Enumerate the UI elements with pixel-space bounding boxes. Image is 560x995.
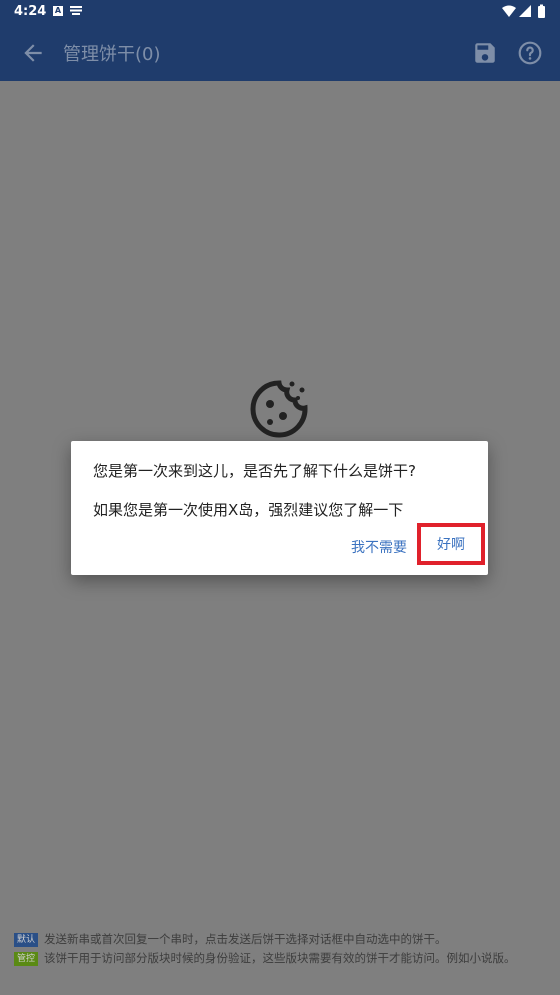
legend-item-control: 管控 该饼干用于访问部分版块时候的身份验证，这些版块需要有效的饼干才能访问。例如… — [14, 949, 554, 968]
cookie-icon — [250, 380, 308, 438]
keyboard-icon — [70, 6, 82, 15]
signal-icon — [519, 5, 531, 17]
status-bar: 4:24 A — [0, 0, 560, 24]
help-icon[interactable] — [517, 40, 543, 66]
cookie-legend: 默认 发送新串或首次回复一个串时，点击发送后饼干选择对话框中自动选中的饼干。 管… — [14, 930, 554, 968]
battery-icon — [538, 6, 545, 18]
cookie-intro-dialog: 您是第一次来到这儿，是否先了解下什么是饼干? 如果您是第一次使用X岛，强烈建议您… — [71, 441, 488, 575]
legend-item-default: 默认 发送新串或首次回复一个串时，点击发送后饼干选择对话框中自动选中的饼干。 — [14, 930, 554, 949]
app-bar: 管理饼干(0) — [0, 24, 560, 81]
back-arrow-icon[interactable] — [20, 40, 46, 66]
dialog-message-question: 您是第一次来到这儿，是否先了解下什么是饼干? — [93, 462, 416, 480]
dialog-message-suggestion: 如果您是第一次使用X岛，强烈建议您了解一下 — [93, 501, 404, 519]
legend-text-default: 发送新串或首次回复一个串时，点击发送后饼干选择对话框中自动选中的饼干。 — [44, 932, 447, 946]
system-status-icons — [502, 4, 545, 18]
status-time: 4:24 — [14, 4, 47, 19]
decline-button[interactable]: 我不需要 — [351, 537, 407, 557]
control-tag-badge: 管控 — [14, 952, 38, 966]
legend-text-control: 该饼干用于访问部分版块时候的身份验证，这些版块需要有效的饼干才能访问。例如小说版… — [44, 951, 516, 965]
default-tag-badge: 默认 — [14, 933, 38, 947]
save-icon[interactable] — [472, 40, 498, 66]
wifi-icon — [502, 5, 516, 17]
page-title: 管理饼干(0) — [63, 44, 161, 65]
font-app-icon: A — [53, 6, 63, 16]
accept-button[interactable]: 好啊 — [417, 523, 485, 565]
accept-button-label: 好啊 — [437, 537, 465, 553]
